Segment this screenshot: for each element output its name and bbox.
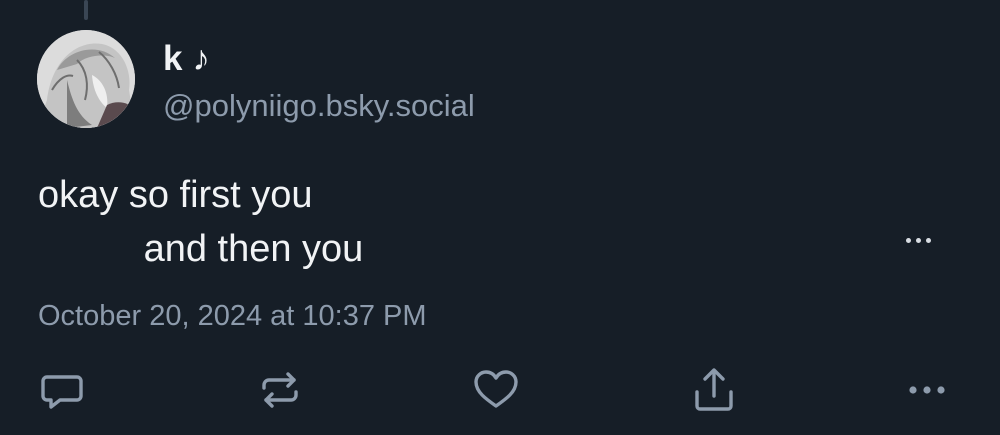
reply-button[interactable]: [38, 366, 86, 414]
thread-line: [84, 0, 88, 20]
reply-icon: [41, 375, 83, 409]
post-timestamp: October 20, 2024 at 10:37 PM: [38, 300, 427, 332]
avatar[interactable]: [37, 30, 135, 128]
share-button[interactable]: [690, 366, 738, 414]
dot: [915, 237, 921, 243]
more-icon: [909, 386, 945, 394]
heart-icon: [474, 370, 518, 408]
post-text-more-icon[interactable]: [898, 222, 938, 258]
repost-button[interactable]: [256, 366, 304, 414]
author-display-name[interactable]: k ♪: [163, 38, 210, 80]
post-text: okay so first you and then you: [38, 174, 364, 270]
post: k ♪ @polyniigo.bsky.social okay so first…: [0, 0, 1000, 435]
repost-icon: [262, 372, 298, 408]
author-handle[interactable]: @polyniigo.bsky.social: [163, 86, 475, 126]
dot: [925, 237, 931, 243]
more-options-button[interactable]: [903, 366, 951, 414]
avatar-image: [37, 30, 135, 128]
dot: [905, 237, 911, 243]
share-icon: [695, 368, 733, 411]
like-button[interactable]: [472, 366, 520, 414]
